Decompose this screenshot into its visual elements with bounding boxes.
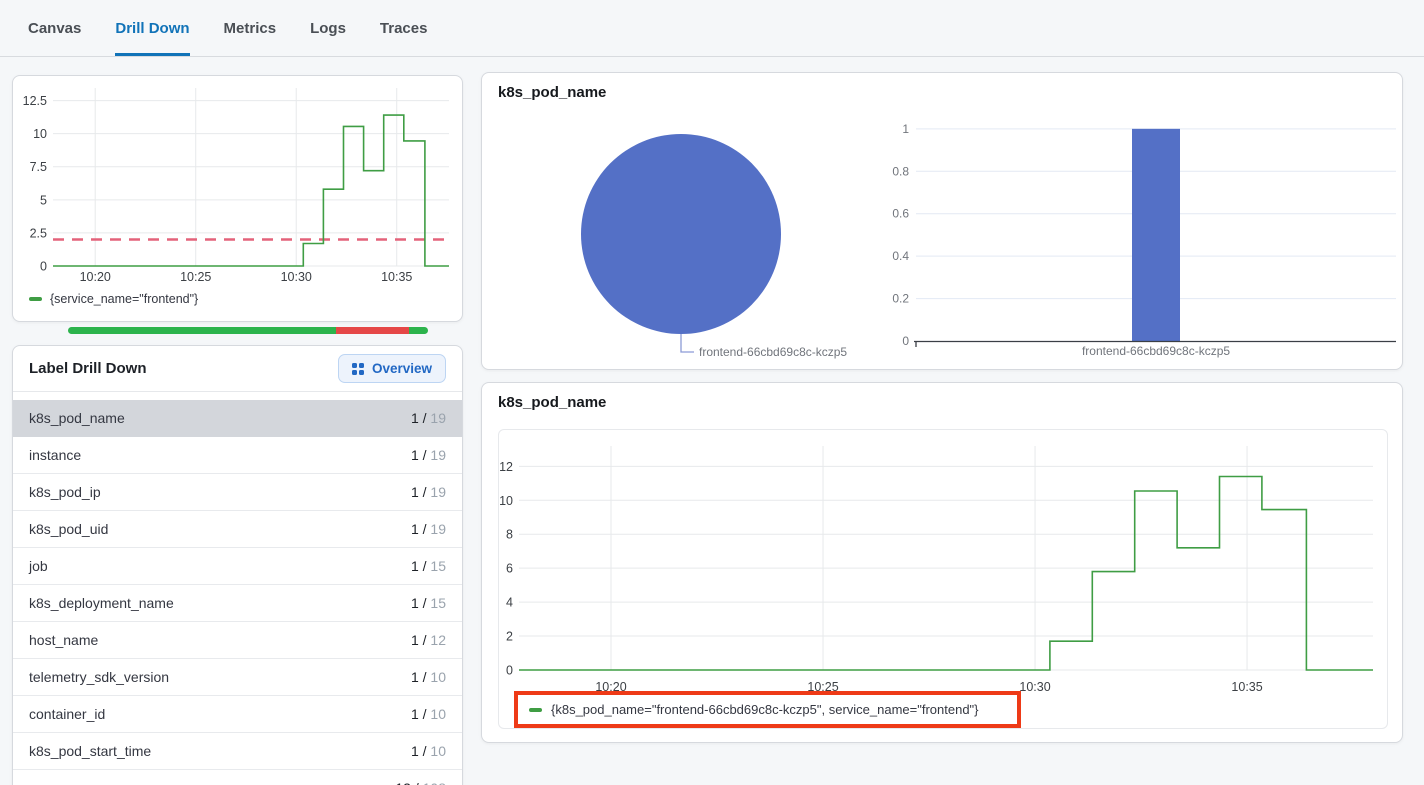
svg-text:4: 4 [506,596,513,610]
svg-text:10:20: 10:20 [80,270,111,284]
label-count: 1 / 15 [410,595,446,611]
label-count: 1 / 19 [410,410,446,426]
highlighted-legend-annotation[interactable]: {k8s_pod_name="frontend-66cbd69c8c-kczp5… [514,691,1021,728]
mini-timeseries-card: 0 2.5 5 7.5 10 12.5 10:20 10:25 10:30 10:35 {serv… [12,75,463,322]
label-row-k8s_pod_name[interactable]: k8s_pod_name 1 / 19 [13,400,462,437]
pod-name-timeseries-card: k8s_pod_name 0 2 4 6 8 10 12 10:20 10:25 10:30 10:… [481,382,1403,743]
svg-text:0: 0 [506,664,513,678]
svg-text:0: 0 [902,334,909,348]
big-chart-legend-label: {k8s_pod_name="frontend-66cbd69c8c-kczp5… [551,702,979,717]
label-count: 1 / 19 [410,484,446,500]
svg-text:0.6: 0.6 [892,207,909,221]
label-name: host_name [29,632,99,648]
label-drilldown-card: Label Drill Down Overview k8s_pod_name 1 … [12,345,463,785]
svg-text:10:35: 10:35 [1231,680,1262,694]
label-name: k8s_pod_start_time [29,743,152,759]
svg-text:5: 5 [40,193,47,207]
label-count: 1 / 10 [410,669,446,685]
big-line-chart: 02468101210:20 10:25 10:30 10:35 [499,446,1373,694]
svg-text:frontend-66cbd69c8c-kczp5: frontend-66cbd69c8c-kczp5 [699,345,847,359]
svg-text:0: 0 [40,260,47,274]
svg-text:frontend-66cbd69c8c-kczp5: frontend-66cbd69c8c-kczp5 [1082,344,1230,358]
label-name: telemetry_sdk_version [29,669,170,685]
label-row-k8s_pod_ip[interactable]: k8s_pod_ip 1 / 19 [13,474,462,511]
label-name: job [29,558,48,574]
label-count: 1 / 19 [410,447,446,463]
svg-text:0.2: 0.2 [892,292,909,306]
label-row-container_id[interactable]: container_id 1 / 10 [13,696,462,733]
svg-text:7.5: 7.5 [30,160,47,174]
label-list: k8s_pod_name 1 / 19 instance 1 / 19 k8s_pod_… [13,392,462,785]
tab-metrics[interactable]: Metrics [224,0,277,56]
mini-chart-legend-label: {service_name="frontend"} [50,292,199,306]
label-name: instance [29,447,82,463]
svg-text:10:35: 10:35 [381,270,412,284]
svg-text:8: 8 [506,528,513,542]
series-dash-icon [529,707,542,712]
mini-chart-legend: {service_name="frontend"} [29,292,198,306]
label-count: 1 / 10 [410,706,446,722]
svg-text:12.5: 12.5 [23,94,47,108]
label-name: k8s_pod_name [29,410,125,426]
label-row-telemetry_sdk_version[interactable]: telemetry_sdk_version 1 / 10 [13,659,462,696]
label-count: 12 / 108 [395,780,446,785]
label-name: k8s_pod_uid [29,521,109,537]
overview-button-label: Overview [371,361,432,376]
label-count: 1 / 12 [410,632,446,648]
tab-traces[interactable]: Traces [380,0,428,56]
svg-text:10:25: 10:25 [180,270,211,284]
health-segment [335,327,409,334]
svg-text:0.4: 0.4 [892,249,909,263]
svg-text:10: 10 [499,494,513,508]
svg-text:10:30: 10:30 [1019,680,1050,694]
svg-text:1: 1 [902,122,909,136]
pod-bar-chart: 0 0.2 0.4 0.6 0.8 1 frontend-66cbd69c8c-kczp5 [892,122,1396,358]
label-count: 1 / 10 [410,743,446,759]
label-drilldown-title: Label Drill Down [29,360,147,377]
label-count: 1 / 15 [410,558,446,574]
svg-text:12: 12 [499,460,513,474]
health-segment [408,327,428,334]
svg-text:2.5: 2.5 [30,226,47,240]
svg-text:0.8: 0.8 [892,164,909,178]
overview-button[interactable]: Overview [337,354,446,383]
mini-line-chart: 0 2.5 5 7.5 10 12.5 10:20 10:25 10:30 10:35 [23,88,449,284]
label-count: 1 / 19 [410,521,446,537]
label-drilldown-header: Label Drill Down Overview [13,346,462,392]
svg-text:2: 2 [506,630,513,644]
line-card-title: k8s_pod_name [498,394,607,411]
tab-canvas[interactable]: Canvas [28,0,81,56]
top-tab-bar: Canvas Drill Down Metrics Logs Traces [0,0,1424,57]
label-row-instance[interactable]: instance 1 / 19 [13,437,462,474]
pod-pie-chart: frontend-66cbd69c8c-kczp5 [581,134,847,359]
label-name: container_id [29,706,106,722]
grid-icon [351,362,364,375]
label-row-host_name[interactable]: host_name 1 / 12 [13,622,462,659]
timeseries-panel: 0 2 4 6 8 10 12 10:20 10:25 10:30 10:35 {k8s_pod_n… [498,429,1388,729]
label-name: k8s_deployment_name [29,595,174,611]
label-name: span_name [29,780,102,785]
pod-name-distribution-card: k8s_pod_name frontend-66cbd69c8c-kczp5 0… [481,72,1403,370]
label-row-k8s_deployment_name[interactable]: k8s_deployment_name 1 / 15 [13,585,462,622]
svg-text:6: 6 [506,562,513,576]
health-status-strip [68,327,428,334]
label-row-job[interactable]: job 1 / 15 [13,548,462,585]
tab-drill-down[interactable]: Drill Down [115,0,190,56]
series-dash-icon [29,297,42,301]
label-row-k8s_pod_start_time[interactable]: k8s_pod_start_time 1 / 10 [13,733,462,770]
tab-logs[interactable]: Logs [310,0,346,56]
label-row-span_name[interactable]: span_name 12 / 108 [13,770,462,785]
svg-text:10: 10 [33,127,47,141]
label-row-k8s_pod_uid[interactable]: k8s_pod_uid 1 / 19 [13,511,462,548]
svg-text:10:30: 10:30 [281,270,312,284]
label-name: k8s_pod_ip [29,484,101,500]
health-segment [68,327,336,334]
